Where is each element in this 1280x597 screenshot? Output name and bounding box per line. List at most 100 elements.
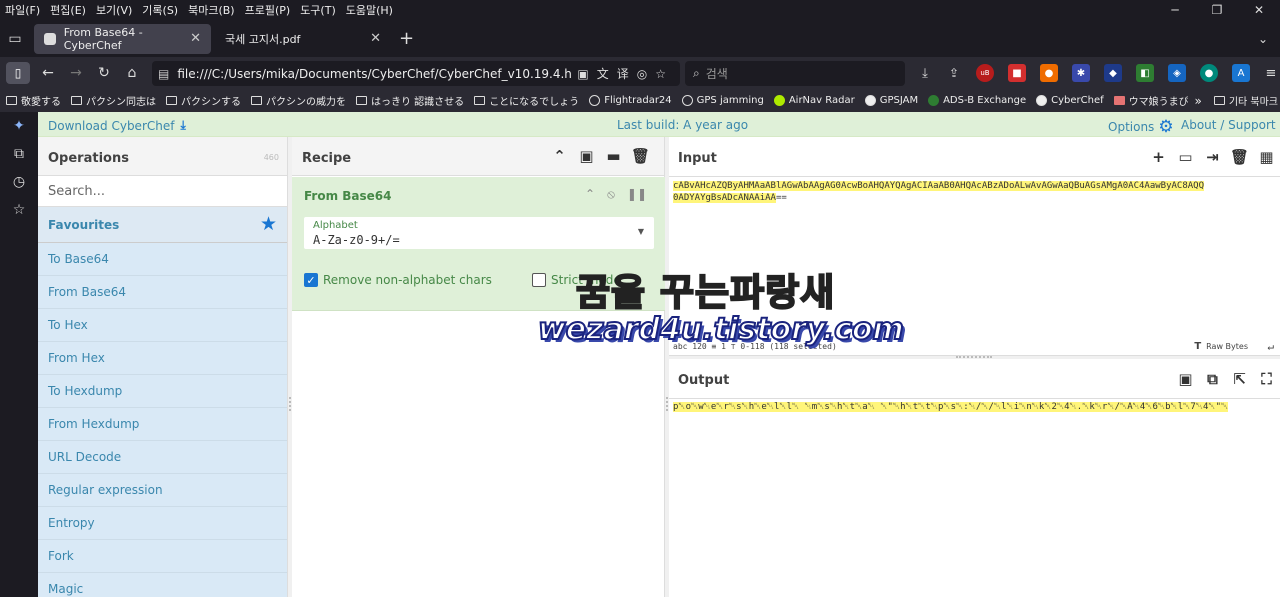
bookmark-folder[interactable]: 敬愛する — [6, 93, 61, 108]
search-bar[interactable]: ⌕ 검색 — [685, 61, 905, 86]
close-window-icon[interactable]: ✕ — [1238, 0, 1280, 20]
operations-search-input[interactable]: Search... — [38, 176, 287, 207]
replace-input-icon[interactable]: ⇱ — [1226, 370, 1253, 388]
tab-pdf[interactable]: 국세 고지서.pdf ✕ — [215, 24, 391, 54]
open-folder-icon[interactable]: ▭ — [1172, 148, 1199, 166]
radar-icon — [928, 95, 940, 106]
save-icon[interactable]: ▣ — [573, 147, 600, 165]
extension-translate-icon[interactable]: A — [1232, 64, 1250, 82]
extension-green-icon[interactable]: ● — [1200, 64, 1218, 82]
bookmark-folder[interactable]: ことになるでしょう — [474, 93, 579, 108]
menu-help[interactable]: 도움말(H) — [341, 2, 398, 18]
share-icon[interactable]: ⇪ — [945, 64, 963, 82]
bookmarks-icon[interactable]: ☆ — [0, 196, 38, 224]
menu-history[interactable]: 기록(S) — [137, 2, 183, 18]
favourites-category[interactable]: Favourites ★ — [38, 207, 287, 243]
return-icon[interactable]: ↵ — [1267, 340, 1274, 353]
add-tab-icon[interactable]: + — [1145, 148, 1172, 166]
extension-privacy-icon[interactable]: ◈ — [1168, 64, 1186, 82]
new-tab-icon[interactable]: + — [399, 28, 414, 49]
menu-tools[interactable]: 도구(T) — [295, 2, 341, 18]
menu-bookmarks[interactable]: 북마크(B) — [183, 2, 240, 18]
pause-icon[interactable]: ❚❚ — [627, 187, 647, 202]
home-icon[interactable]: ⌂ — [118, 65, 146, 81]
operation-from-hex[interactable]: From Hex — [38, 342, 287, 375]
folder-icon[interactable]: ▬ — [600, 147, 627, 165]
menu-icon[interactable]: ≡ — [1262, 64, 1280, 82]
menu-file[interactable]: 파일(F) — [0, 2, 45, 18]
tab-overview-icon[interactable]: ▭ — [0, 20, 30, 57]
download-cyberchef-link[interactable]: Download CyberChef ⤓ — [48, 118, 186, 133]
restore-icon[interactable]: ❐ — [1196, 0, 1238, 20]
reader-icon[interactable]: ▣ — [577, 67, 596, 81]
extension-orange-icon[interactable]: ● — [1040, 64, 1058, 82]
about-link[interactable]: About / Support? — [1181, 118, 1280, 132]
bookmark-other[interactable]: 기타 북마크 — [1213, 93, 1278, 108]
output-text[interactable]: p␀o␀w␀e␀r␀s␀h␀e␀l␀l␀ ␀m␀s␀h␀t␀a␀ ␀"␀h␀t␀… — [673, 401, 1229, 413]
back-icon[interactable]: ← — [34, 65, 62, 81]
history-icon[interactable]: ◷ — [0, 168, 38, 196]
copy-icon[interactable]: ⧉ — [1199, 370, 1226, 388]
save-icon[interactable]: ▣ — [1172, 370, 1199, 388]
operation-to-base64[interactable]: To Base64 — [38, 243, 287, 276]
forward-icon[interactable]: → — [62, 65, 90, 81]
alphabet-select[interactable]: Alphabet A-Za-z0-9+/= ▼ — [304, 217, 654, 249]
menu-edit[interactable]: 편집(E) — [45, 2, 91, 18]
close-tab-icon[interactable]: ✕ — [370, 31, 381, 46]
remove-non-alphabet-checkbox[interactable]: ✓ Remove non-alphabet chars — [304, 273, 492, 287]
chevron-double-right-icon[interactable]: » — [1194, 94, 1201, 108]
operation-url-decode[interactable]: URL Decode — [38, 441, 287, 474]
input-textarea[interactable]: cABvAHcAZQByAHMAaABlAGwAbAAgAG0AcwBoAHQA… — [673, 180, 1280, 204]
minimize-icon[interactable]: ─ — [1154, 0, 1196, 20]
operation-entropy[interactable]: Entropy — [38, 507, 287, 540]
permissions-icon[interactable]: ◎ — [637, 67, 655, 81]
bookmark-gpsjam[interactable]: GPSJAM — [864, 95, 918, 106]
tab-from-base64[interactable]: From Base64 - CyberChef ✕ — [34, 23, 211, 54]
ai-sparkle-icon[interactable]: ✦ — [0, 112, 38, 140]
disable-icon[interactable]: ⦸ — [607, 187, 615, 202]
layout-icon[interactable]: ▦ — [1253, 148, 1280, 166]
operation-fork[interactable]: Fork — [38, 540, 287, 573]
maximize-icon[interactable]: ⛶ — [1253, 370, 1280, 388]
operation-to-hexdump[interactable]: To Hexdump — [38, 375, 287, 408]
close-tab-icon[interactable]: ✕ — [190, 31, 201, 46]
trash-icon[interactable]: 🗑 — [627, 147, 654, 165]
bookmark-adsb[interactable]: ADS-B Exchange — [928, 95, 1026, 106]
operation-to-hex[interactable]: To Hex — [38, 309, 287, 342]
operation-magic[interactable]: Magic — [38, 573, 287, 597]
star-icon[interactable]: ★ — [260, 213, 277, 235]
bookmark-folder[interactable]: パクシン同志は — [71, 93, 156, 108]
translate-page-icon[interactable]: 译 — [617, 67, 637, 81]
bookmark-flightradar[interactable]: Flightradar24 — [589, 95, 672, 106]
operation-from-hexdump[interactable]: From Hexdump — [38, 408, 287, 441]
trash-icon[interactable]: 🗑 — [1226, 148, 1253, 166]
translate-icon[interactable]: 文 — [597, 67, 617, 81]
menu-profiles[interactable]: 프로필(P) — [240, 2, 296, 18]
extension-off-icon[interactable]: ◧ — [1136, 64, 1154, 82]
bookmark-airnav[interactable]: AirNav Radar — [773, 95, 855, 106]
bookmark-gps-jamming[interactable]: GPS jamming — [681, 95, 764, 106]
raw-bytes-toggle[interactable]: T Raw Bytes — [1194, 341, 1248, 352]
menu-view[interactable]: 보기(V) — [91, 2, 137, 18]
extension-puzzle-icon[interactable]: ✱ — [1072, 64, 1090, 82]
bookmark-star-icon[interactable]: ☆ — [655, 67, 674, 81]
bookmark-folder[interactable]: はっきり 認識させる — [356, 93, 464, 108]
options-link[interactable]: Options ⚙ — [1108, 117, 1174, 137]
bookmark-folder[interactable]: パクシンの威力を — [251, 93, 346, 108]
operation-regular-expression[interactable]: Regular expression — [38, 474, 287, 507]
sidebar-toggle-icon[interactable]: ▯ — [6, 62, 30, 84]
sync-tabs-icon[interactable]: ⧉ — [0, 140, 38, 168]
url-bar[interactable]: ▤ file:///C:/Users/mika/Documents/CyberC… — [152, 61, 680, 86]
download-icon[interactable]: ⤓ — [916, 64, 934, 82]
extension-shield-icon[interactable]: ◆ — [1104, 64, 1122, 82]
ublock-icon[interactable]: uB — [976, 64, 994, 82]
bookmark-cyberchef[interactable]: CyberChef — [1036, 95, 1104, 106]
chevron-down-icon[interactable]: ⌄ — [1258, 32, 1268, 46]
reload-icon[interactable]: ↻ — [90, 65, 118, 81]
chevron-up-icon[interactable]: ⌃ — [546, 147, 573, 165]
chevron-up-icon[interactable]: ⌃ — [585, 187, 595, 202]
bookmark-folder[interactable]: パクシンする — [166, 93, 241, 108]
open-file-icon[interactable]: ⇥ — [1199, 148, 1226, 166]
operation-from-base64[interactable]: From Base64 — [38, 276, 287, 309]
extension-red-icon[interactable]: ■ — [1008, 64, 1026, 82]
